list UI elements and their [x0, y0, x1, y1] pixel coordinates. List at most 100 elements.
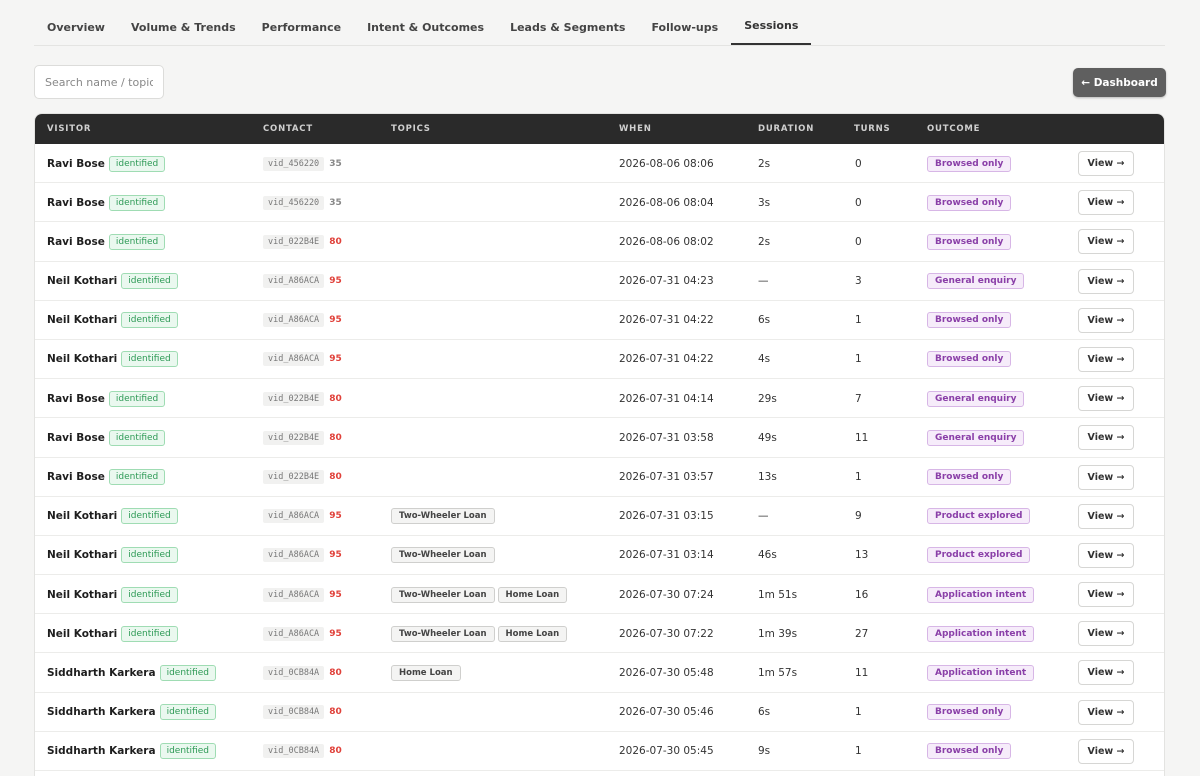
turns-cell: 16 [855, 588, 869, 601]
view-session-button[interactable]: View → [1078, 582, 1134, 608]
identified-badge: identified [108, 390, 166, 407]
view-session-button[interactable]: View → [1078, 151, 1134, 176]
column-header-turns: TURNS [854, 124, 891, 134]
outcome-badge: Product explored [927, 547, 1031, 564]
lead-score: 35 [329, 158, 342, 169]
turns-cell: 7 [855, 392, 862, 405]
action-cell: View → [1078, 379, 1134, 418]
visitor-name: Ravi Bose [47, 157, 105, 170]
outcome-cell: Browsed only [927, 301, 1012, 340]
contact-cell: vid_A86ACA 95 [263, 340, 342, 379]
view-session-button[interactable]: View → [1078, 699, 1134, 725]
lead-score: 95 [329, 628, 342, 639]
outcome-badge: Browsed only [927, 312, 1012, 329]
duration-cell: 1m 51s [758, 588, 798, 601]
visitor-name: Neil Kothari [47, 510, 118, 523]
tab-volume-trends[interactable]: Volume & Trends [118, 0, 249, 45]
outcome-cell: Product explored [927, 536, 1031, 575]
visitor-cell: Neil Kothari identified [47, 497, 178, 536]
turns-cell: 1 [855, 314, 862, 327]
action-cell: View → [1078, 614, 1134, 653]
dashboard-button[interactable]: ← Dashboard [1073, 68, 1166, 97]
search-input[interactable] [34, 65, 164, 99]
table-row: Neil Kothari identified vid_A86ACA 95 20… [35, 262, 1164, 301]
view-session-button[interactable]: View → [1078, 660, 1134, 686]
identified-badge: identified [121, 547, 178, 564]
contact-cell: vid_0CB84A 80 [263, 732, 342, 771]
when-cell: 2026-07-31 04:14 [619, 392, 714, 405]
action-cell: View → [1078, 653, 1134, 692]
table-row: Neil Kothari identified vid_A86ACA 95 20… [35, 301, 1164, 340]
table-row: Ravi Bose identified vid_022B4E 80 2026-… [35, 379, 1164, 419]
contact-cell: vid_A86ACA 95 [263, 536, 342, 575]
contact-cell: vid_456220 35 [263, 183, 342, 222]
visitor-cell: Neil Kothari identified [47, 614, 178, 653]
view-session-button[interactable]: View → [1078, 229, 1134, 255]
view-session-button[interactable]: View → [1078, 307, 1134, 333]
view-session-button[interactable]: View → [1078, 268, 1134, 294]
lead-score: 80 [329, 472, 342, 482]
identified-badge: identified [108, 429, 166, 446]
tab-sessions[interactable]: Sessions [731, 0, 812, 45]
duration-cell: 49s [758, 431, 777, 444]
visitor-cell: Ravi Bose identified [47, 458, 166, 497]
identified-badge: identified [121, 586, 178, 603]
view-session-button[interactable]: View → [1078, 503, 1134, 529]
action-cell: View → [1078, 732, 1134, 771]
tab-performance[interactable]: Performance [249, 0, 354, 45]
identified-badge: identified [159, 704, 216, 721]
duration-cell: 13s [758, 471, 777, 483]
visitor-name: Ravi Bose [47, 196, 105, 209]
contact-cell: vid_A86ACA 95 [263, 301, 342, 340]
action-cell: View → [1078, 575, 1134, 614]
outcome-badge: Browsed only [927, 351, 1012, 368]
outcome-cell: General enquiry [927, 262, 1025, 301]
turns-cell: 0 [855, 157, 862, 170]
when-cell: 2026-07-31 04:22 [619, 353, 714, 366]
outcome-cell: Application intent [927, 575, 1035, 614]
table-body: Ravi Bose identified vid_456220 35 2026-… [35, 144, 1164, 771]
table-header: VISITOR CONTACT TOPICS WHEN DURATION TUR… [35, 114, 1164, 144]
visitor-name: Neil Kothari [47, 549, 118, 562]
table-row: Ravi Bose identified vid_022B4E 80 2026-… [35, 418, 1164, 458]
visitor-id: vid_A86ACA [263, 587, 325, 602]
tab-follow-ups[interactable]: Follow-ups [638, 0, 731, 45]
visitor-cell: Siddharth Karkera identified [47, 693, 216, 732]
duration-cell: 1m 57s [758, 666, 798, 679]
view-session-button[interactable]: View → [1078, 542, 1134, 568]
tab-leads-segments[interactable]: Leads & Segments [497, 0, 638, 45]
topic-tag: Home Loan [391, 664, 461, 681]
turns-cell: 0 [855, 196, 862, 209]
visitor-id: vid_456220 [263, 156, 325, 171]
visitor-cell: Ravi Bose identified [47, 418, 166, 457]
outcome-cell: Browsed only [927, 222, 1012, 261]
view-session-button[interactable]: View → [1078, 346, 1134, 372]
table-row: Neil Kothari identified vid_A86ACA 95 Tw… [35, 497, 1164, 536]
tab-intent-outcomes[interactable]: Intent & Outcomes [354, 0, 497, 45]
tab-overview[interactable]: Overview [34, 0, 118, 45]
view-session-button[interactable]: View → [1078, 464, 1134, 490]
visitor-cell: Neil Kothari identified [47, 301, 178, 340]
visitor-id: vid_A86ACA [263, 313, 325, 328]
visitor-id: vid_A86ACA [263, 352, 325, 367]
when-cell: 2026-07-31 04:22 [619, 314, 714, 327]
turns-cell: 9 [855, 510, 862, 523]
view-session-button[interactable]: View → [1078, 386, 1134, 412]
lead-score: 95 [329, 276, 342, 287]
view-session-button[interactable]: View → [1078, 425, 1134, 451]
view-session-button[interactable]: View → [1078, 738, 1134, 764]
action-cell: View → [1078, 418, 1134, 457]
visitor-id: vid_022B4E [263, 430, 325, 445]
column-header-when: WHEN [619, 124, 652, 134]
outcome-badge: Browsed only [927, 155, 1012, 172]
view-session-button[interactable]: View → [1078, 621, 1134, 647]
view-session-button[interactable]: View → [1078, 190, 1134, 216]
outcome-cell: Application intent [927, 614, 1035, 653]
action-cell: View → [1078, 144, 1134, 183]
action-cell: View → [1078, 340, 1134, 379]
duration-cell: — [758, 510, 769, 523]
lead-score: 80 [329, 707, 342, 718]
identified-badge: identified [121, 351, 178, 368]
outcome-cell: Browsed only [927, 183, 1012, 222]
table-row: Siddharth Karkera identified vid_0CB84A … [35, 693, 1164, 732]
